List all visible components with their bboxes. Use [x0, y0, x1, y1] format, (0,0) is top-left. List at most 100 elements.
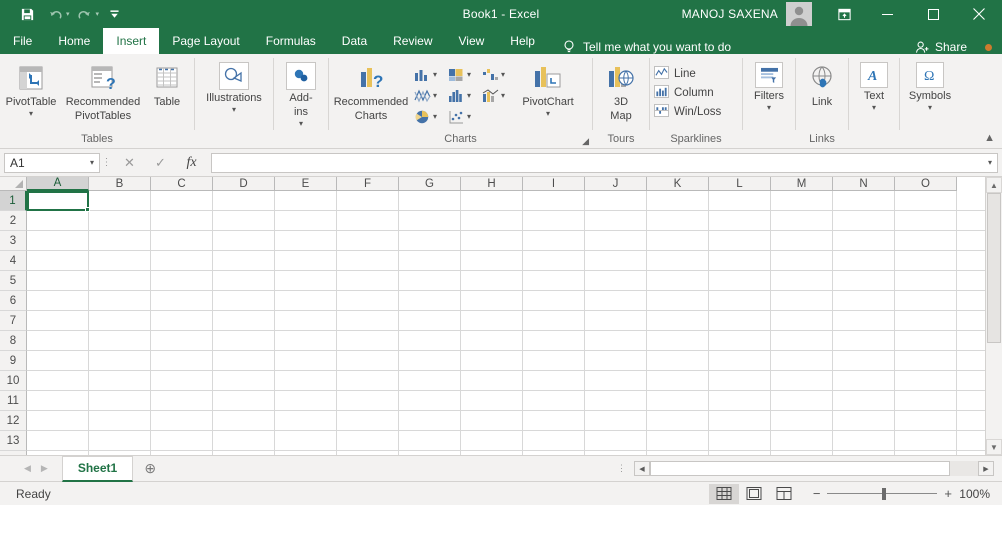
insert-function-button[interactable]: fx	[176, 152, 207, 174]
pivotchart-button[interactable]: PivotChart ▾	[515, 60, 581, 118]
column-header-M[interactable]: M	[771, 177, 833, 191]
treemap-chart-dropdown-icon[interactable]: ▾	[467, 70, 471, 79]
tab-page-layout[interactable]: Page Layout	[159, 28, 252, 54]
text-button[interactable]: A Text ▾	[851, 60, 897, 112]
next-sheet-button[interactable]: ▶	[41, 463, 48, 474]
zoom-level-label[interactable]: 100%	[952, 487, 996, 501]
undo-icon[interactable]	[42, 3, 68, 25]
addins-button[interactable]: Add- ins ▾	[276, 60, 326, 128]
column-header-B[interactable]: B	[89, 177, 151, 191]
column-header-O[interactable]: O	[895, 177, 957, 191]
row-header-13[interactable]: 13	[0, 431, 27, 451]
pivottable-button[interactable]: PivotTable ▾	[0, 60, 62, 118]
tab-home[interactable]: Home	[45, 28, 103, 54]
zoom-slider-thumb[interactable]	[882, 488, 886, 500]
formula-input[interactable]: ▾	[211, 153, 998, 173]
sparkline-winloss-button[interactable]: Win/Loss	[654, 104, 721, 120]
zoom-out-button[interactable]: −	[813, 486, 821, 501]
addins-dropdown-icon[interactable]: ▾	[299, 119, 303, 128]
redo-dropdown-icon[interactable]: ▾	[96, 10, 100, 18]
add-sheet-button[interactable]: ⊕	[133, 460, 167, 477]
column-header-A[interactable]: A	[27, 177, 89, 191]
selected-cell-A1[interactable]	[27, 191, 89, 211]
tab-help[interactable]: Help	[497, 28, 548, 54]
select-all-button[interactable]	[0, 177, 27, 191]
vertical-scroll-thumb[interactable]	[987, 193, 1001, 343]
fill-handle[interactable]	[85, 207, 90, 212]
scatter-chart-dropdown-icon[interactable]: ▾	[467, 112, 471, 121]
tell-me-box[interactable]: Tell me what you want to do	[562, 39, 731, 54]
sheet-tab-sheet1[interactable]: Sheet1	[62, 456, 133, 482]
zoom-in-button[interactable]: +	[944, 486, 952, 501]
horizontal-split-grip[interactable]: ⋮	[610, 463, 634, 474]
tab-formulas[interactable]: Formulas	[253, 28, 329, 54]
filters-button[interactable]: Filters ▾	[745, 60, 793, 112]
column-header-F[interactable]: F	[337, 177, 399, 191]
row-header-6[interactable]: 6	[0, 291, 27, 311]
tab-insert[interactable]: Insert	[103, 28, 159, 54]
tab-review[interactable]: Review	[380, 28, 445, 54]
symbols-dropdown-icon[interactable]: ▾	[928, 103, 932, 112]
row-header-14[interactable]: 14	[0, 451, 27, 455]
undo-dropdown-icon[interactable]: ▾	[66, 10, 70, 18]
expand-formula-bar-icon[interactable]: ▾	[988, 158, 992, 167]
sparkline-line-button[interactable]: Line	[654, 66, 721, 82]
column-chart-dropdown-icon[interactable]: ▾	[433, 70, 437, 79]
customize-qat-icon[interactable]	[101, 3, 127, 25]
stock-chart-dropdown-icon[interactable]: ▾	[433, 91, 437, 100]
ribbon-display-options-icon[interactable]	[824, 0, 864, 28]
chart-type-histogram[interactable]: ▾	[447, 85, 481, 106]
column-header-I[interactable]: I	[523, 177, 585, 191]
row-header-7[interactable]: 7	[0, 311, 27, 331]
chart-type-column[interactable]: ▾	[413, 64, 447, 85]
maximize-button[interactable]	[910, 0, 956, 28]
minimize-button[interactable]	[864, 0, 910, 28]
previous-sheet-button[interactable]: ◀	[24, 463, 31, 474]
charts-dialog-launcher-icon[interactable]: ◢	[582, 136, 589, 147]
filters-dropdown-icon[interactable]: ▾	[767, 103, 771, 112]
tab-data[interactable]: Data	[329, 28, 380, 54]
combo-chart-dropdown-icon[interactable]: ▾	[501, 91, 505, 100]
row-header-10[interactable]: 10	[0, 371, 27, 391]
column-header-C[interactable]: C	[151, 177, 213, 191]
pie-chart-dropdown-icon[interactable]: ▾	[433, 112, 437, 121]
horizontal-scroll-thumb[interactable]	[650, 461, 950, 476]
column-header-L[interactable]: L	[709, 177, 771, 191]
scroll-down-button[interactable]: ▼	[986, 439, 1002, 455]
column-header-G[interactable]: G	[399, 177, 461, 191]
horizontal-scroll-track[interactable]	[650, 461, 978, 476]
chart-type-hierarchy[interactable]: ▾	[447, 64, 481, 85]
row-header-1[interactable]: 1	[0, 191, 27, 211]
column-header-K[interactable]: K	[647, 177, 709, 191]
zoom-slider[interactable]	[827, 487, 937, 501]
column-header-D[interactable]: D	[213, 177, 275, 191]
redo-icon[interactable]	[72, 3, 98, 25]
row-header-11[interactable]: 11	[0, 391, 27, 411]
vertical-scroll-track[interactable]	[986, 193, 1002, 439]
close-button[interactable]	[956, 0, 1002, 28]
chart-type-stock[interactable]: ▾	[413, 85, 447, 106]
illustrations-button[interactable]: Illustrations ▾	[197, 60, 271, 114]
page-break-preview-button[interactable]	[769, 484, 799, 504]
page-layout-view-button[interactable]	[739, 484, 769, 504]
3d-map-button[interactable]: 3D Map	[595, 60, 647, 122]
scroll-right-button[interactable]: ▶	[978, 461, 994, 476]
share-button[interactable]: Share	[915, 40, 967, 54]
link-button[interactable]: Link	[798, 60, 846, 108]
recommended-pivottables-button[interactable]: ? Recommended PivotTables	[62, 60, 144, 122]
horizontal-scrollbar[interactable]: ◀ ▶	[634, 461, 994, 476]
name-box-dropdown-icon[interactable]: ▾	[90, 158, 94, 167]
column-header-J[interactable]: J	[585, 177, 647, 191]
symbols-button[interactable]: Ω Symbols ▾	[902, 60, 958, 112]
scroll-left-button[interactable]: ◀	[634, 461, 650, 476]
histogram-chart-dropdown-icon[interactable]: ▾	[467, 91, 471, 100]
pivottable-dropdown-icon[interactable]: ▾	[29, 109, 33, 118]
chart-type-scatter[interactable]: ▾	[447, 106, 481, 127]
collapse-ribbon-icon[interactable]: ▲	[984, 132, 995, 144]
column-header-H[interactable]: H	[461, 177, 523, 191]
chart-type-waterfall[interactable]: ▾	[481, 64, 515, 85]
text-dropdown-icon[interactable]: ▾	[872, 103, 876, 112]
waterfall-chart-dropdown-icon[interactable]: ▾	[501, 70, 505, 79]
cancel-formula-button[interactable]: ✕	[114, 152, 145, 174]
tab-file[interactable]: File	[0, 28, 45, 54]
